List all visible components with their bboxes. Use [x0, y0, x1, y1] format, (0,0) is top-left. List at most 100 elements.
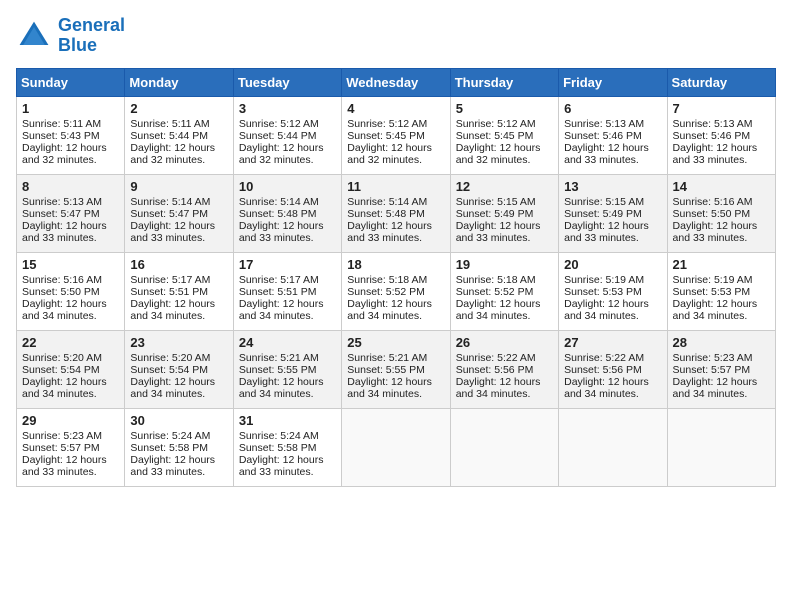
- day-number: 21: [673, 257, 770, 272]
- daylight-text: Daylight: 12 hours and 34 minutes.: [564, 376, 649, 400]
- day-number: 16: [130, 257, 227, 272]
- calendar-week: 8Sunrise: 5:13 AMSunset: 5:47 PMDaylight…: [17, 174, 776, 252]
- day-number: 25: [347, 335, 444, 350]
- daylight-text: Daylight: 12 hours and 33 minutes.: [22, 454, 107, 478]
- sunrise-text: Sunrise: 5:12 AM: [456, 118, 536, 130]
- sunrise-text: Sunrise: 5:20 AM: [130, 352, 210, 364]
- sunrise-text: Sunrise: 5:15 AM: [564, 196, 644, 208]
- sunset-text: Sunset: 5:47 PM: [130, 208, 208, 220]
- day-number: 12: [456, 179, 553, 194]
- day-number: 5: [456, 101, 553, 116]
- sunset-text: Sunset: 5:49 PM: [564, 208, 642, 220]
- calendar-cell: 11Sunrise: 5:14 AMSunset: 5:48 PMDayligh…: [342, 174, 450, 252]
- day-number: 8: [22, 179, 119, 194]
- sunset-text: Sunset: 5:55 PM: [347, 364, 425, 376]
- day-number: 11: [347, 179, 444, 194]
- day-number: 9: [130, 179, 227, 194]
- day-number: 1: [22, 101, 119, 116]
- calendar-cell: 16Sunrise: 5:17 AMSunset: 5:51 PMDayligh…: [125, 252, 233, 330]
- sunset-text: Sunset: 5:58 PM: [239, 442, 317, 454]
- calendar-cell: 12Sunrise: 5:15 AMSunset: 5:49 PMDayligh…: [450, 174, 558, 252]
- daylight-text: Daylight: 12 hours and 33 minutes.: [673, 142, 758, 166]
- sunset-text: Sunset: 5:44 PM: [130, 130, 208, 142]
- sunrise-text: Sunrise: 5:24 AM: [130, 430, 210, 442]
- daylight-text: Daylight: 12 hours and 33 minutes.: [564, 220, 649, 244]
- calendar-body: 1Sunrise: 5:11 AMSunset: 5:43 PMDaylight…: [17, 96, 776, 486]
- sunrise-text: Sunrise: 5:21 AM: [347, 352, 427, 364]
- daylight-text: Daylight: 12 hours and 32 minutes.: [239, 142, 324, 166]
- day-number: 15: [22, 257, 119, 272]
- day-number: 19: [456, 257, 553, 272]
- sunset-text: Sunset: 5:47 PM: [22, 208, 100, 220]
- day-number: 23: [130, 335, 227, 350]
- logo-text: General Blue: [58, 16, 125, 56]
- sunrise-text: Sunrise: 5:22 AM: [456, 352, 536, 364]
- sunrise-text: Sunrise: 5:11 AM: [130, 118, 209, 130]
- calendar-cell: 29Sunrise: 5:23 AMSunset: 5:57 PMDayligh…: [17, 408, 125, 486]
- sunset-text: Sunset: 5:57 PM: [673, 364, 751, 376]
- calendar-cell: 19Sunrise: 5:18 AMSunset: 5:52 PMDayligh…: [450, 252, 558, 330]
- daylight-text: Daylight: 12 hours and 34 minutes.: [130, 376, 215, 400]
- sunrise-text: Sunrise: 5:22 AM: [564, 352, 644, 364]
- day-number: 6: [564, 101, 661, 116]
- calendar-header: SundayMondayTuesdayWednesdayThursdayFrid…: [17, 68, 776, 96]
- daylight-text: Daylight: 12 hours and 33 minutes.: [130, 454, 215, 478]
- sunrise-text: Sunrise: 5:12 AM: [347, 118, 427, 130]
- daylight-text: Daylight: 12 hours and 34 minutes.: [22, 298, 107, 322]
- sunrise-text: Sunrise: 5:14 AM: [130, 196, 210, 208]
- daylight-text: Daylight: 12 hours and 32 minutes.: [456, 142, 541, 166]
- sunrise-text: Sunrise: 5:14 AM: [347, 196, 427, 208]
- calendar-cell: 24Sunrise: 5:21 AMSunset: 5:55 PMDayligh…: [233, 330, 341, 408]
- day-number: 27: [564, 335, 661, 350]
- daylight-text: Daylight: 12 hours and 33 minutes.: [456, 220, 541, 244]
- day-number: 7: [673, 101, 770, 116]
- sunset-text: Sunset: 5:51 PM: [130, 286, 208, 298]
- calendar-cell: [667, 408, 775, 486]
- calendar-cell: 30Sunrise: 5:24 AMSunset: 5:58 PMDayligh…: [125, 408, 233, 486]
- sunrise-text: Sunrise: 5:19 AM: [673, 274, 753, 286]
- sunset-text: Sunset: 5:57 PM: [22, 442, 100, 454]
- sunset-text: Sunset: 5:44 PM: [239, 130, 317, 142]
- calendar-week: 15Sunrise: 5:16 AMSunset: 5:50 PMDayligh…: [17, 252, 776, 330]
- daylight-text: Daylight: 12 hours and 32 minutes.: [130, 142, 215, 166]
- sunrise-text: Sunrise: 5:17 AM: [239, 274, 319, 286]
- weekday-header: Tuesday: [233, 68, 341, 96]
- sunset-text: Sunset: 5:54 PM: [130, 364, 208, 376]
- day-number: 22: [22, 335, 119, 350]
- sunrise-text: Sunrise: 5:16 AM: [673, 196, 753, 208]
- day-number: 10: [239, 179, 336, 194]
- sunrise-text: Sunrise: 5:11 AM: [22, 118, 101, 130]
- sunset-text: Sunset: 5:54 PM: [22, 364, 100, 376]
- calendar-cell: 4Sunrise: 5:12 AMSunset: 5:45 PMDaylight…: [342, 96, 450, 174]
- daylight-text: Daylight: 12 hours and 34 minutes.: [564, 298, 649, 322]
- sunset-text: Sunset: 5:51 PM: [239, 286, 317, 298]
- sunrise-text: Sunrise: 5:14 AM: [239, 196, 319, 208]
- day-number: 17: [239, 257, 336, 272]
- day-number: 20: [564, 257, 661, 272]
- sunrise-text: Sunrise: 5:19 AM: [564, 274, 644, 286]
- daylight-text: Daylight: 12 hours and 33 minutes.: [22, 220, 107, 244]
- calendar-cell: 25Sunrise: 5:21 AMSunset: 5:55 PMDayligh…: [342, 330, 450, 408]
- calendar-cell: 5Sunrise: 5:12 AMSunset: 5:45 PMDaylight…: [450, 96, 558, 174]
- calendar-cell: 3Sunrise: 5:12 AMSunset: 5:44 PMDaylight…: [233, 96, 341, 174]
- sunrise-text: Sunrise: 5:23 AM: [673, 352, 753, 364]
- day-number: 26: [456, 335, 553, 350]
- daylight-text: Daylight: 12 hours and 34 minutes.: [347, 298, 432, 322]
- daylight-text: Daylight: 12 hours and 33 minutes.: [130, 220, 215, 244]
- calendar-cell: 6Sunrise: 5:13 AMSunset: 5:46 PMDaylight…: [559, 96, 667, 174]
- sunrise-text: Sunrise: 5:12 AM: [239, 118, 319, 130]
- day-number: 29: [22, 413, 119, 428]
- sunset-text: Sunset: 5:46 PM: [564, 130, 642, 142]
- sunset-text: Sunset: 5:56 PM: [456, 364, 534, 376]
- calendar-week: 22Sunrise: 5:20 AMSunset: 5:54 PMDayligh…: [17, 330, 776, 408]
- sunset-text: Sunset: 5:50 PM: [673, 208, 751, 220]
- calendar-cell: 7Sunrise: 5:13 AMSunset: 5:46 PMDaylight…: [667, 96, 775, 174]
- daylight-text: Daylight: 12 hours and 34 minutes.: [673, 376, 758, 400]
- calendar-cell: 21Sunrise: 5:19 AMSunset: 5:53 PMDayligh…: [667, 252, 775, 330]
- day-number: 24: [239, 335, 336, 350]
- calendar-cell: [342, 408, 450, 486]
- sunset-text: Sunset: 5:48 PM: [347, 208, 425, 220]
- day-number: 2: [130, 101, 227, 116]
- daylight-text: Daylight: 12 hours and 34 minutes.: [456, 376, 541, 400]
- logo: General Blue: [16, 16, 125, 56]
